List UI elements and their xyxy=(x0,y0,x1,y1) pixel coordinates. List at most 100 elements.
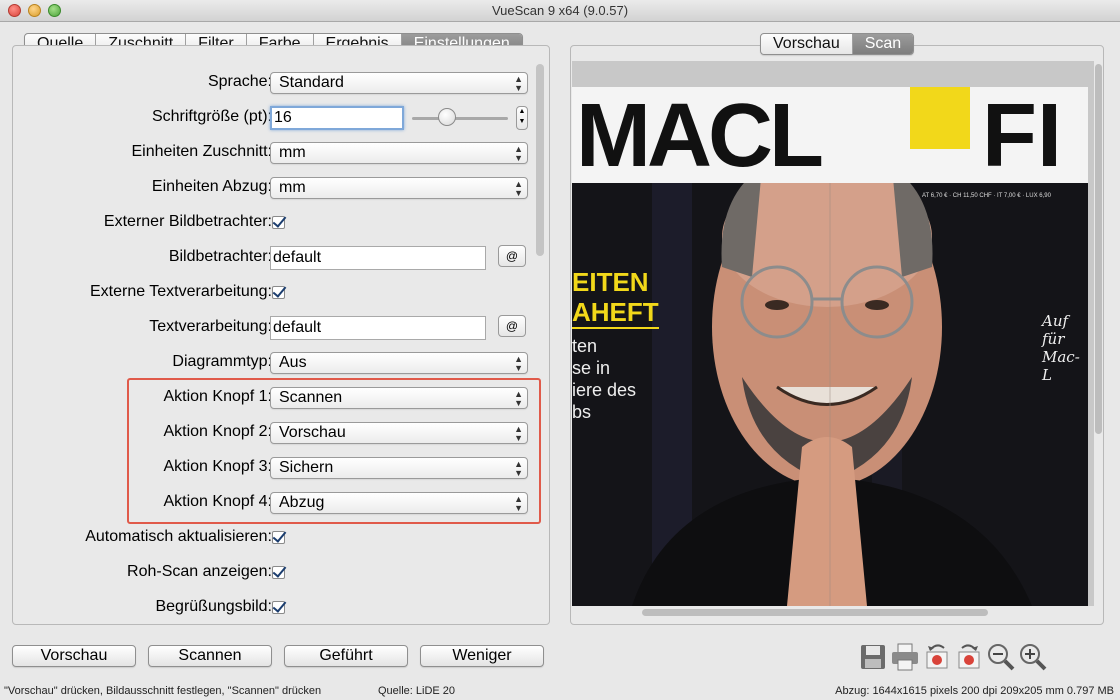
updown-arrows-icon: ▲ ▼ xyxy=(514,424,523,443)
aktion-knopf-1-label: Aktion Knopf 1: xyxy=(163,388,272,405)
scan-preview[interactable]: AT 6,70 € · CH 11,50 CHF · IT 7,00 € · L… xyxy=(572,61,1094,606)
tab-scan[interactable]: Scan xyxy=(852,34,914,54)
vorschau-button[interactable]: Vorschau xyxy=(12,645,136,667)
setting-row-begruessungsbild: Begrüßungsbild: xyxy=(14,593,548,623)
preview-horizontal-scrollbar[interactable] xyxy=(642,609,988,616)
setting-row-aktion-knopf-4: Aktion Knopf 4: Abzug ▲ ▼ xyxy=(14,488,548,518)
textverarbeitung-label: Textverarbeitung: xyxy=(149,318,272,335)
tab-vorschau[interactable]: Vorschau xyxy=(761,34,853,54)
schriftgroesse-stepper[interactable]: ▲ ▼ xyxy=(516,106,528,130)
diagrammtyp-select[interactable]: Aus ▲ ▼ xyxy=(270,352,528,374)
setting-row-automatisch-aktualisieren: Automatisch aktualisieren: xyxy=(14,523,548,553)
aktion-knopf-2-value: Vorschau xyxy=(279,424,346,441)
aktion-knopf-3-select[interactable]: Sichern ▲ ▼ xyxy=(270,457,528,479)
externer-bildbetrachter-checkbox[interactable] xyxy=(272,216,285,229)
minimize-window-button[interactable] xyxy=(28,4,41,17)
preview-vertical-scrollbar[interactable] xyxy=(1095,64,1102,434)
setting-row-roh-scan-anzeigen: Roh-Scan anzeigen: xyxy=(14,558,548,588)
einheiten-abzug-value: mm xyxy=(279,179,306,196)
masthead-title-right: FI xyxy=(982,87,1062,186)
title-bar: VueScan 9 x64 (9.0.57) xyxy=(0,0,1120,22)
externe-textverarbeitung-checkbox[interactable] xyxy=(272,286,285,299)
handwritten-line-2: für xyxy=(1042,330,1065,348)
zoom-window-button[interactable] xyxy=(48,4,61,17)
aktion-knopf-2-select[interactable]: Vorschau ▲ ▼ xyxy=(270,422,528,444)
gefuehrt-button[interactable]: Geführt xyxy=(284,645,408,667)
updown-arrows-icon: ▲ ▼ xyxy=(514,389,523,408)
schriftgroesse-slider-knob[interactable] xyxy=(438,108,456,126)
roh-scan-anzeigen-checkbox[interactable] xyxy=(272,566,285,579)
zoom-in-icon[interactable] xyxy=(1018,642,1048,672)
setting-row-einheiten-abzug: Einheiten Abzug: mm ▲ ▼ xyxy=(14,173,548,203)
status-source: Quelle: LiDE 20 xyxy=(378,685,456,697)
scannen-button[interactable]: Scannen xyxy=(148,645,272,667)
bildbetrachter-browse-button[interactable]: @ xyxy=(498,245,526,267)
aktion-knopf-1-value: Scannen xyxy=(279,389,343,406)
setting-row-externe-textverarbeitung: Externe Textverarbeitung: xyxy=(14,278,548,308)
handwritten-line-1: Auf xyxy=(1042,312,1069,330)
window-title: VueScan 9 x64 (9.0.57) xyxy=(491,3,629,18)
setting-row-aktion-knopf-1: Aktion Knopf 1: Scannen ▲ ▼ xyxy=(14,383,548,413)
aktion-knopf-3-value: Sichern xyxy=(279,459,334,476)
aktion-knopf-4-select[interactable]: Abzug ▲ ▼ xyxy=(270,492,528,514)
masthead-title: MACL xyxy=(576,87,824,186)
setting-row-aktion-knopf-2: Aktion Knopf 2: Vorschau ▲ ▼ xyxy=(14,418,548,448)
close-window-button[interactable] xyxy=(8,4,21,17)
einheiten-zuschnitt-select[interactable]: mm ▲ ▼ xyxy=(270,142,528,164)
setting-row-sprache: Sprache: Standard ▲ ▼ xyxy=(14,68,548,98)
cover-text-1: ten xyxy=(572,336,598,356)
textverarbeitung-input[interactable]: default xyxy=(270,316,486,340)
textverarbeitung-browse-button[interactable]: @ xyxy=(498,315,526,337)
begruessungsbild-label: Begrüßungsbild: xyxy=(155,598,272,615)
automatisch-aktualisieren-checkbox[interactable] xyxy=(272,531,285,544)
aktion-knopf-1-select[interactable]: Scannen ▲ ▼ xyxy=(270,387,528,409)
sprache-select[interactable]: Standard ▲ ▼ xyxy=(270,72,528,94)
scanned-magazine-cover: AT 6,70 € · CH 11,50 CHF · IT 7,00 € · L… xyxy=(572,87,1088,606)
status-output: Abzug: 1644x1615 pixels 200 dpi 209x205 … xyxy=(835,685,1114,697)
settings-scrollbar[interactable] xyxy=(536,64,544,256)
einheiten-abzug-select[interactable]: mm ▲ ▼ xyxy=(270,177,528,199)
einheiten-abzug-label: Einheiten Abzug: xyxy=(151,178,272,195)
aktion-knopf-3-label: Aktion Knopf 3: xyxy=(163,458,272,475)
cover-text-2: se in xyxy=(572,358,611,378)
aktion-knopf-4-label: Aktion Knopf 4: xyxy=(163,493,272,510)
automatisch-aktualisieren-label: Automatisch aktualisieren: xyxy=(85,528,272,545)
price-text: AT 6,70 € · CH 11,50 CHF · IT 7,00 € · L… xyxy=(922,193,1052,199)
einheiten-zuschnitt-value: mm xyxy=(279,144,306,161)
magazine-masthead: MACL FI xyxy=(572,87,1088,183)
zoom-out-icon[interactable] xyxy=(986,642,1016,672)
schriftgroesse-input[interactable]: 16 xyxy=(270,106,404,130)
preview-tab-bar: Vorschau Scan xyxy=(760,33,915,55)
aktion-knopf-2-label: Aktion Knopf 2: xyxy=(163,423,272,440)
handwritten-line-3: Mac-L xyxy=(1042,348,1080,384)
sprache-label: Sprache: xyxy=(207,73,272,90)
cover-line-1: EITEN xyxy=(572,267,649,297)
cover-line-2: AHEFT xyxy=(572,297,659,329)
bildbetrachter-input[interactable]: default xyxy=(270,246,486,270)
save-icon[interactable] xyxy=(858,642,888,672)
begruessungsbild-checkbox[interactable] xyxy=(272,601,285,614)
rotate-left-icon[interactable] xyxy=(922,642,952,672)
weniger-button[interactable]: Weniger xyxy=(420,645,544,667)
print-icon[interactable] xyxy=(890,642,920,672)
masthead-yellow-block xyxy=(910,87,970,149)
sprache-value: Standard xyxy=(279,74,344,91)
updown-arrows-icon: ▲ ▼ xyxy=(514,354,523,373)
updown-arrows-icon: ▲ ▼ xyxy=(514,74,523,93)
diagrammtyp-label: Diagrammtyp: xyxy=(172,353,272,370)
updown-arrows-icon: ▲ ▼ xyxy=(514,179,523,198)
diagrammtyp-value: Aus xyxy=(279,354,307,371)
setting-row-diagrammtyp: Diagrammtyp: Aus ▲ ▼ xyxy=(14,348,548,378)
schriftgroesse-slider-track[interactable] xyxy=(412,117,508,120)
rotate-right-icon[interactable] xyxy=(954,642,984,672)
externer-bildbetrachter-label: Externer Bildbetrachter: xyxy=(103,213,272,230)
setting-row-aktion-knopf-3: Aktion Knopf 3: Sichern ▲ ▼ xyxy=(14,453,548,483)
setting-row-bildbetrachter: Bildbetrachter: default @ xyxy=(14,243,548,273)
bildbetrachter-label: Bildbetrachter: xyxy=(168,248,272,265)
aktion-knopf-4-value: Abzug xyxy=(279,494,325,511)
externe-textverarbeitung-label: Externe Textverarbeitung: xyxy=(89,283,272,300)
schriftgroesse-label: Schriftgröße (pt): xyxy=(151,108,272,125)
setting-row-schriftgroesse: Schriftgröße (pt): 16 ▲ ▼ xyxy=(14,103,548,133)
cover-text-3: iere des xyxy=(572,380,637,400)
updown-arrows-icon: ▲ ▼ xyxy=(514,494,523,513)
